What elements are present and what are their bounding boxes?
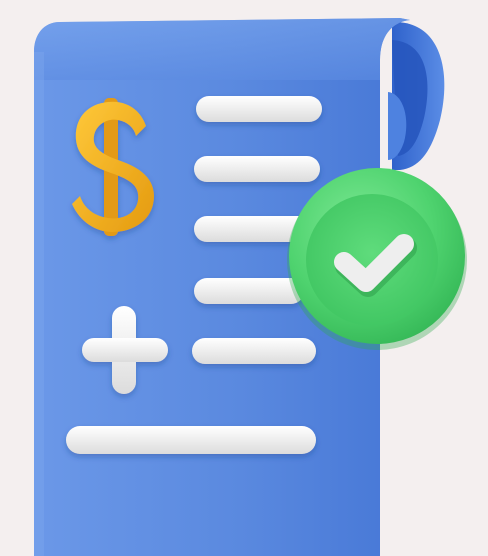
receipt-illustration [0,0,488,556]
receipt-total-line [66,426,316,454]
receipt-line [196,96,322,122]
check-badge-icon [287,168,467,350]
paper-curl [388,21,445,171]
receipt-document-icon [34,18,467,556]
receipt-line [194,278,304,304]
receipt-line [192,338,316,364]
receipt-line [194,156,320,182]
